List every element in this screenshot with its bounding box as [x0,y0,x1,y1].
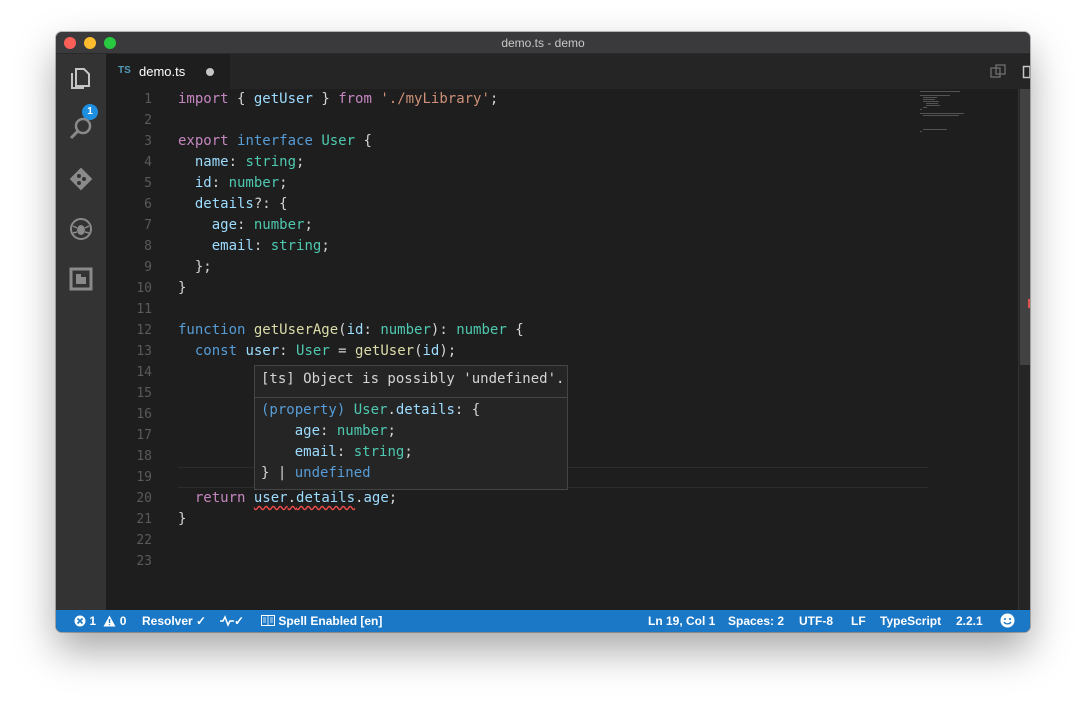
hover-tooltip: [ts] Object is possibly 'undefined'. (pr… [254,365,568,490]
line-number: 3 [144,134,152,149]
line-number: 7 [144,218,152,233]
line-number: 8 [144,239,152,254]
search-icon[interactable] [68,116,94,142]
line-number: 6 [144,197,152,212]
code-line-21: } [178,511,187,527]
typescript-file-icon: TS [118,65,131,76]
code-line-13: const user: User = getUser(id); [194,343,457,359]
source-control-icon[interactable] [68,166,94,192]
code-line-3: export interface User { [178,133,372,149]
line-number: 18 [136,449,152,464]
indentation-status[interactable]: Spaces: 2 [728,614,784,628]
extensions-icon[interactable] [68,266,94,292]
hover-end-line: } | undefined [261,465,371,481]
code-editor[interactable]: 1 2 3 4 5 6 7 8 9 10 11 12 13 14 15 16 1… [106,89,1030,610]
minimap[interactable] [918,89,1018,149]
line-number: 2 [144,113,152,128]
code-line-20: return user.details.age; [194,490,398,506]
resolver-status[interactable]: Resolver ✓ [142,614,206,628]
line-number: 12 [136,323,152,338]
code-line-12: function getUserAge(id: number): number … [178,322,524,338]
hover-error-message: [ts] Object is possibly 'undefined'. [261,371,565,387]
code-line-1: import { getUser } from './myLibrary'; [178,91,499,107]
hover-signature: (property) User.details: { [261,402,481,418]
line-number: 22 [136,533,152,548]
tab-label: demo.ts [139,64,186,79]
line-number: 4 [144,155,152,170]
unsaved-indicator[interactable] [206,68,214,76]
line-number: 9 [144,260,152,275]
line-number: 10 [136,281,152,296]
code-line-8: email: string; [211,238,330,254]
language-mode[interactable]: TypeScript [880,614,941,628]
split-editor-icon[interactable] [1022,64,1030,80]
line-number: 21 [136,512,152,527]
pulse-icon [220,615,234,627]
spell-status[interactable]: Spell Enabled [en] [261,614,382,628]
code-line-9: }; [178,259,212,275]
line-number: 20 [136,491,152,506]
line-number: 1 [144,92,152,107]
feedback-smiley-icon[interactable] [1000,613,1015,631]
book-icon [261,615,275,626]
line-number: 13 [136,344,152,359]
line-number: 23 [136,554,152,569]
eol-status[interactable]: LF [851,614,866,628]
explorer-icon[interactable] [68,66,94,92]
encoding-status[interactable]: UTF-8 [799,614,833,628]
hover-age-line: age: number; [294,423,396,439]
code-line-5: id: number; [194,175,288,191]
warning-count: 0 [119,614,127,628]
debug-icon[interactable] [68,216,94,242]
error-squiggle[interactable]: user.details [254,490,355,506]
code-line-4: name: string; [194,154,305,170]
line-number: 17 [136,428,152,443]
hover-email-line: email: string; [294,444,413,460]
warning-icon [103,615,116,627]
activity-bar: 1 [56,54,106,610]
error-icon [74,615,86,627]
editor-window: demo.ts - demo 1 TS demo.ts 1 2 3 4 5 6 … [56,32,1030,632]
code-line-10: } [178,280,187,296]
error-marker [1028,299,1030,308]
code-line-6: details?: { [194,196,288,212]
title-bar: demo.ts - demo [56,32,1030,54]
tab-demo-ts[interactable]: TS demo.ts [106,54,230,89]
status-bar: 1 0 Resolver ✓ ✓ Spell Enabled [en] Ln 1… [56,610,1030,632]
typescript-version[interactable]: 2.2.1 [956,614,983,628]
line-number: 5 [144,176,152,191]
cursor-position[interactable]: Ln 19, Col 1 [648,614,715,628]
code-line-7: age: number; [211,217,313,233]
window-title: demo.ts - demo [501,36,585,50]
line-number: 16 [136,407,152,422]
pulse-status[interactable]: ✓ [220,614,244,628]
line-number: 15 [136,386,152,401]
error-count: 1 [89,614,97,628]
line-number: 11 [136,302,152,317]
problems-indicator[interactable]: 1 0 [74,614,126,628]
scrollbar-thumb[interactable] [1020,89,1030,365]
line-number-gutter: 1 2 3 4 5 6 7 8 9 10 11 12 13 14 15 16 1… [106,89,162,610]
hover-divider [255,397,567,398]
vertical-scrollbar[interactable] [1018,89,1030,610]
tab-bar: TS demo.ts [106,54,1030,89]
line-number: 19 [136,470,152,485]
line-number: 14 [136,365,152,380]
open-changes-icon[interactable] [990,64,1006,80]
code-content: import { getUser } from './myLibrary'; e… [178,89,524,527]
